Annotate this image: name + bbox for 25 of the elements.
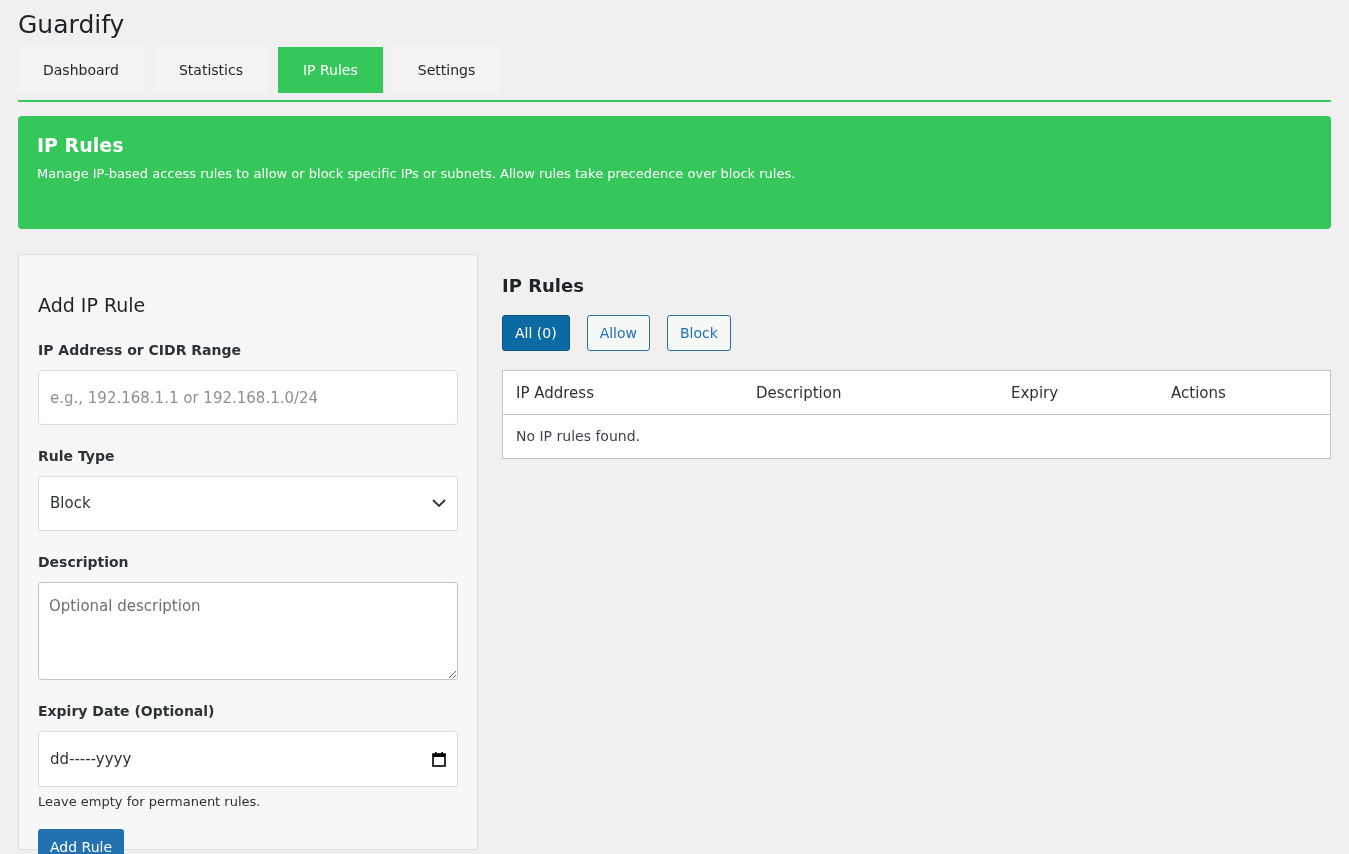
column-header: Actions (1171, 383, 1226, 402)
filter-button[interactable]: Allow (586, 315, 650, 351)
filter-button[interactable]: Block (667, 315, 731, 351)
form-title: Add IP Rule (38, 293, 146, 318)
ip-address-field[interactable]: e.g., 192.168.1.1 or 192.168.1.0/24 (38, 370, 458, 425)
column-header: Description (756, 383, 842, 402)
expiry-date-field[interactable]: dd-----yyyy (38, 731, 458, 787)
filter-button[interactable]: All (0) (502, 315, 570, 351)
column-header: IP Address (516, 383, 594, 402)
description-field[interactable]: Optional description (38, 582, 458, 680)
rules-title: IP Rules (502, 274, 584, 298)
calendar-icon[interactable] (432, 751, 446, 767)
app-title: Guardify (18, 9, 125, 41)
field-label: Expiry Date (Optional) (38, 702, 215, 721)
field-label: Rule Type (38, 447, 115, 466)
field-label: IP Address or CIDR Range (38, 341, 242, 360)
field-label: Description (38, 553, 129, 572)
empty-message: No IP rules found. (516, 427, 640, 446)
banner-text: Manage IP-based access rules to allow or block specific IPs or subnets. Allow rules take precedence over block rules. (37, 165, 796, 183)
help-text: Leave empty for permanent rules. (38, 793, 261, 811)
banner-title: IP Rules (37, 133, 124, 158)
add-rule-button[interactable]: Add Rule (38, 829, 125, 854)
chevron-down-icon (432, 499, 446, 508)
rule-type-select[interactable]: Block (38, 476, 458, 531)
column-header: Expiry (1011, 383, 1059, 402)
